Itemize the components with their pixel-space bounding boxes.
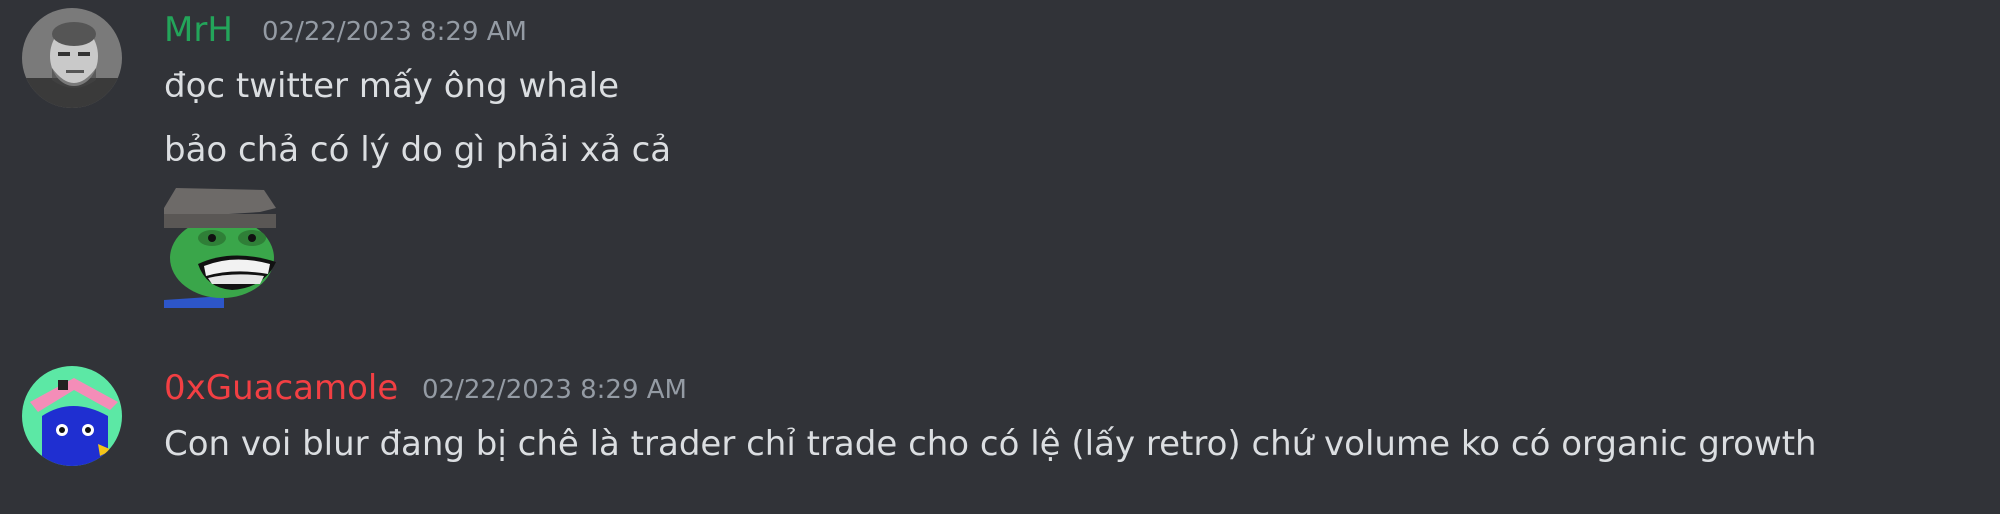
message-timestamp: 02/22/2023 8:29 AM — [422, 375, 687, 405]
message-timestamp: 02/22/2023 8:29 AM — [262, 17, 527, 47]
bald-man-avatar-icon — [22, 8, 122, 108]
author-name[interactable]: 0xGuacamole — [164, 368, 398, 408]
avatar-0xguacamole[interactable] — [22, 366, 122, 466]
frog-sticker-icon — [164, 188, 284, 308]
message-text: đọc twitter mấy ông whale — [164, 66, 620, 106]
author-name[interactable]: MrH — [164, 10, 233, 50]
smiling-frog-sticker[interactable] — [164, 188, 284, 308]
message-text: bảo chả có lý do gì phải xả cả — [164, 130, 672, 170]
message-text: Con voi blur đang bị chê là trader chỉ t… — [164, 424, 1817, 464]
blue-creature-avatar-icon — [22, 366, 122, 466]
avatar-mrh[interactable] — [22, 8, 122, 108]
chat-messages: MrH 02/22/2023 8:29 AM đọc twitter mấy ô… — [0, 0, 2000, 514]
